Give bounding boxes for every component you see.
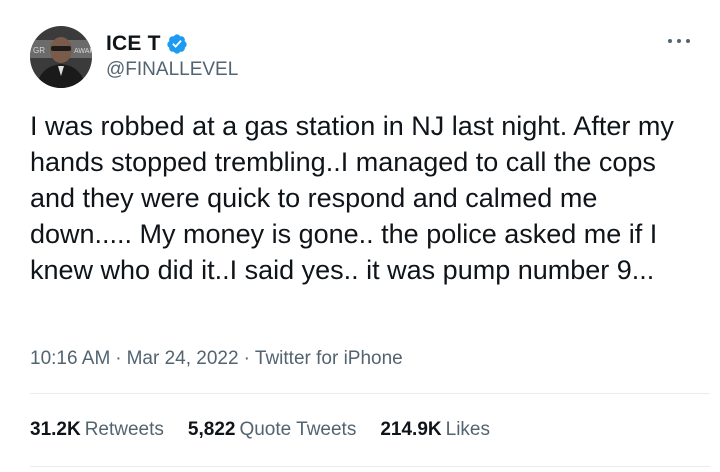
tweet-source[interactable]: Twitter for iPhone <box>255 348 403 369</box>
meta-separator: · <box>243 348 250 369</box>
tweet-time[interactable]: 10:16 AM <box>30 348 110 369</box>
avatar[interactable]: GR AWAR <box>30 26 92 88</box>
display-name[interactable]: ICE T <box>106 32 161 56</box>
tweet-card: GR AWAR ICE T @FINALLEVEL I was robbed a… <box>0 0 720 472</box>
retweets-stat[interactable]: 31.2K Retweets <box>30 419 164 441</box>
retweets-label: Retweets <box>84 419 164 440</box>
tweet-text: I was robbed at a gas station in NJ last… <box>30 111 674 285</box>
author-name-row[interactable]: ICE T <box>106 32 188 56</box>
divider <box>30 393 710 394</box>
tweet-meta: 10:16 AM · Mar 24, 2022 · Twitter for iPhone <box>30 348 403 370</box>
author-handle[interactable]: @FINALLEVEL <box>106 59 238 81</box>
more-options-icon[interactable] <box>668 34 690 48</box>
likes-stat[interactable]: 214.9K Likes <box>380 419 490 441</box>
quote-tweets-label: Quote Tweets <box>239 419 357 440</box>
quote-tweets-count: 5,822 <box>187 419 236 440</box>
retweets-count: 31.2K <box>30 419 81 440</box>
quote-tweets-stat[interactable]: 5,822 Quote Tweets <box>188 419 356 441</box>
svg-text:GR: GR <box>33 46 45 55</box>
verified-badge-icon <box>166 33 188 55</box>
engagement-stats: 31.2K Retweets 5,822 Quote Tweets 214.9K Li… <box>30 419 514 441</box>
svg-text:AWAR: AWAR <box>74 48 92 55</box>
tweet-date[interactable]: Mar 24, 2022 <box>127 348 239 369</box>
likes-count: 214.9K <box>380 419 442 440</box>
meta-separator: · <box>115 348 122 369</box>
likes-label: Likes <box>445 419 490 440</box>
divider <box>30 466 710 467</box>
